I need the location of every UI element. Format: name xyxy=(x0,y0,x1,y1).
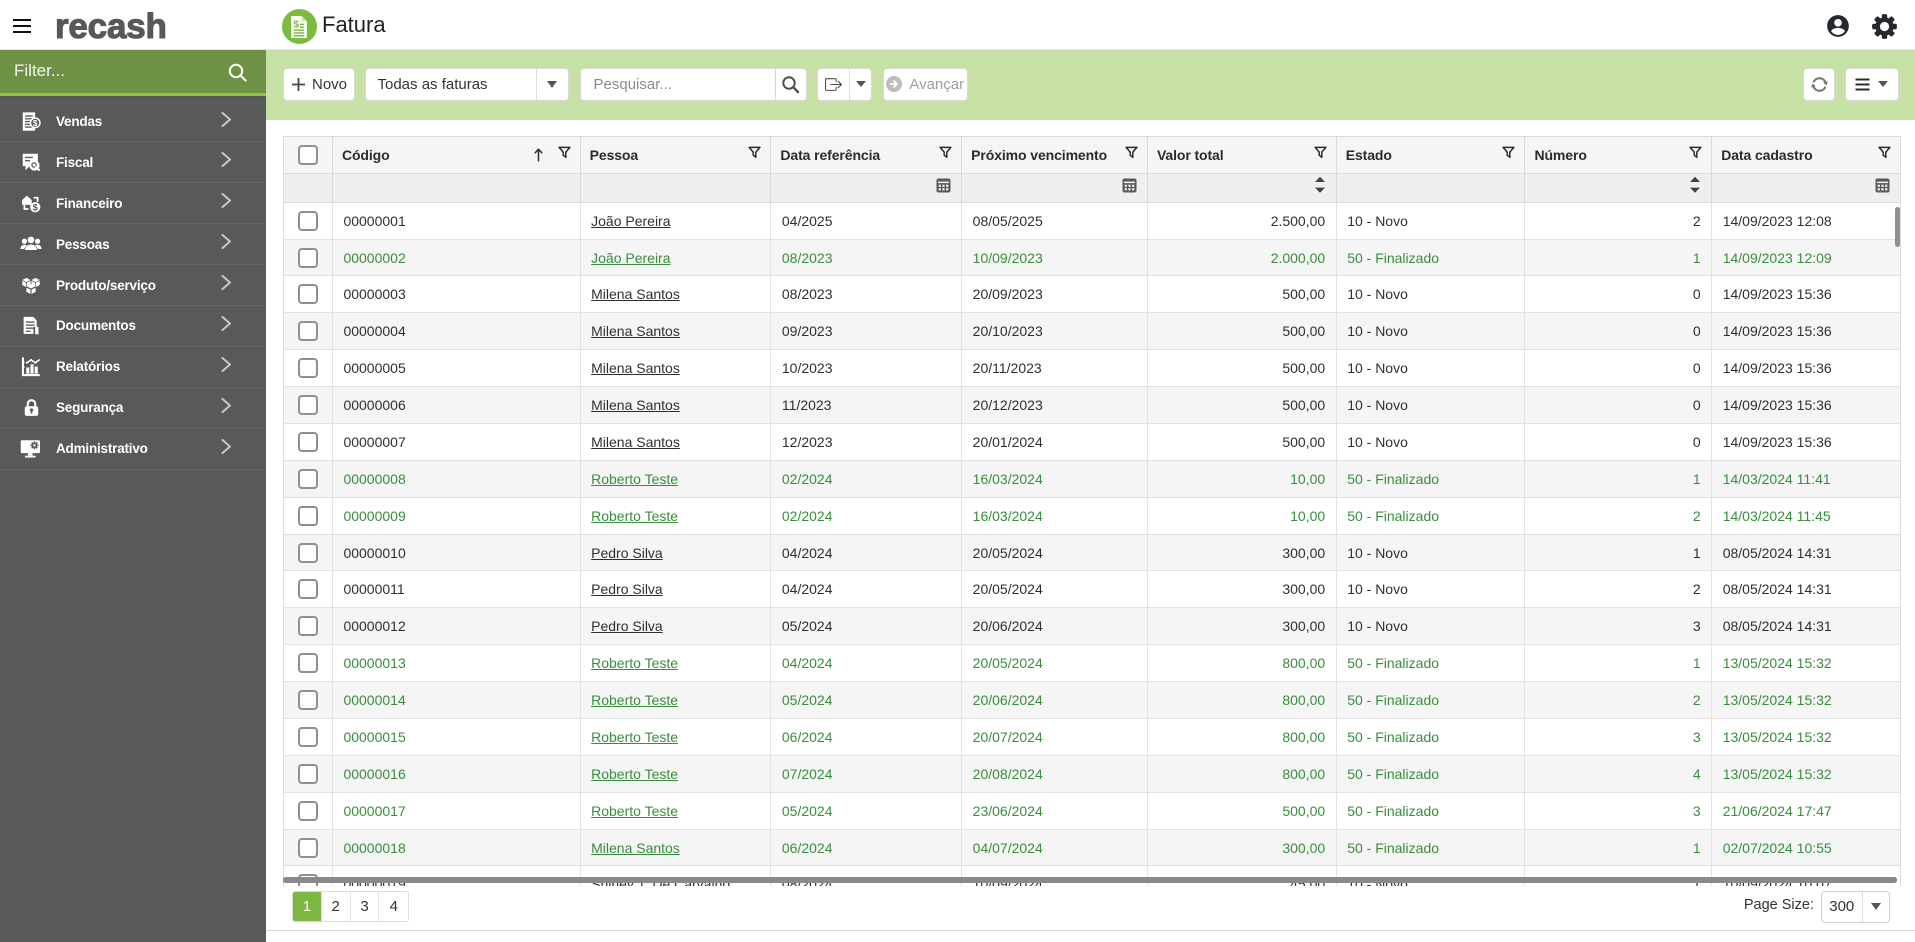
svg-text:$: $ xyxy=(33,203,38,213)
svg-text:$: $ xyxy=(293,19,299,30)
svg-text:$: $ xyxy=(33,119,38,128)
